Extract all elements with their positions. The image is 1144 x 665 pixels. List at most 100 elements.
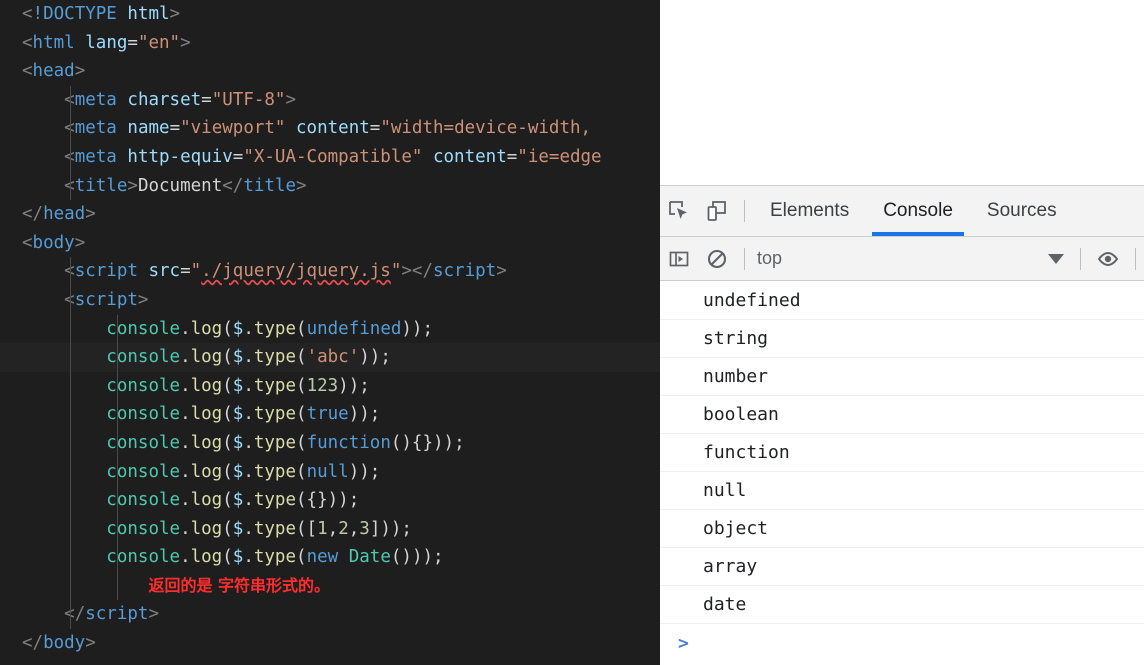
tab-sources[interactable]: Sources bbox=[970, 186, 1074, 236]
tab-console[interactable]: Console bbox=[866, 186, 970, 236]
console-message[interactable]: function bbox=[660, 434, 1144, 472]
console-message[interactable]: undefined bbox=[660, 282, 1144, 320]
code-line[interactable]: </body> bbox=[0, 629, 660, 658]
code-line[interactable]: console.log($.type({})); bbox=[0, 486, 660, 515]
code-token: . bbox=[180, 347, 191, 368]
code-token: meta bbox=[74, 146, 117, 167]
screen: <!DOCTYPE html><html lang="en"><head> <m… bbox=[0, 0, 1144, 665]
code-token: log bbox=[190, 490, 223, 511]
code-token: (){})); bbox=[390, 432, 465, 453]
console-message[interactable]: array bbox=[660, 548, 1144, 586]
code-token: . bbox=[243, 375, 254, 396]
code-token: log bbox=[190, 375, 223, 396]
code-token: !DOCTYPE bbox=[32, 4, 117, 24]
code-token: type bbox=[253, 318, 297, 339]
console-input-prompt[interactable]: > bbox=[660, 624, 1144, 662]
code-token: http-equiv bbox=[127, 146, 233, 167]
live-expression-icon[interactable] bbox=[1089, 240, 1127, 278]
code-token: . bbox=[243, 347, 254, 368]
code-token: 2 bbox=[338, 518, 349, 539]
indent-guide bbox=[70, 85, 71, 115]
code-line[interactable]: </head> bbox=[0, 200, 660, 229]
code-token: $ bbox=[232, 432, 244, 453]
code-line[interactable]: console.log($.type(function(){})); bbox=[0, 428, 660, 458]
tab-elements[interactable]: Elements bbox=[753, 186, 866, 236]
code-token: > bbox=[169, 4, 181, 24]
device-toolbar-icon[interactable] bbox=[698, 192, 736, 230]
code-token: type bbox=[253, 404, 297, 425]
code-token: type bbox=[253, 518, 297, 539]
code-line[interactable]: <!DOCTYPE html> bbox=[0, 0, 660, 29]
indent-guide bbox=[117, 486, 118, 515]
indent-guide bbox=[70, 514, 71, 544]
code-line[interactable]: console.log($.type('abc')); bbox=[0, 343, 660, 372]
console-message[interactable]: object bbox=[660, 510, 1144, 548]
code-token: log bbox=[190, 518, 223, 539]
code-line[interactable]: 返回的是 字符串形式的。 bbox=[0, 571, 660, 601]
code-line[interactable]: console.log($.type([1,2,3])); bbox=[0, 514, 660, 544]
code-line[interactable]: <head> bbox=[0, 57, 660, 86]
code-token: $ bbox=[232, 547, 244, 568]
code-line[interactable]: console.log($.type(null)); bbox=[0, 457, 660, 487]
code-line[interactable]: console.log($.type(undefined)); bbox=[0, 314, 660, 344]
code-line[interactable]: <body> bbox=[0, 229, 660, 258]
code-line[interactable]: <title>Document</title> bbox=[0, 171, 660, 201]
console-context-selector[interactable]: top bbox=[753, 248, 782, 269]
console-sidebar-icon[interactable] bbox=[660, 240, 698, 278]
code-token: ( bbox=[222, 432, 233, 453]
console-message[interactable]: date bbox=[660, 586, 1144, 624]
code-token: true bbox=[306, 404, 349, 425]
code-token: ( bbox=[222, 404, 233, 425]
code-token: ( bbox=[222, 347, 233, 368]
code-token: head bbox=[43, 204, 86, 225]
code-line[interactable]: console.log($.type(new Date())); bbox=[0, 543, 660, 572]
code-token: 123 bbox=[306, 375, 339, 396]
code-editor[interactable]: <!DOCTYPE html><html lang="en"><head> <m… bbox=[0, 0, 660, 665]
console-message[interactable]: boolean bbox=[660, 396, 1144, 434]
code-token: . bbox=[243, 432, 254, 453]
indent-guide bbox=[117, 400, 118, 429]
console-output[interactable]: undefined string number boolean function null… bbox=[660, 282, 1144, 665]
code-line[interactable]: <meta name="viewport" content="width=dev… bbox=[0, 114, 660, 143]
code-token: undefined bbox=[306, 318, 402, 339]
code-token: > bbox=[285, 89, 297, 110]
code-token: Document bbox=[137, 175, 223, 196]
code-token: </ bbox=[222, 175, 244, 196]
code-line[interactable]: </script> bbox=[0, 600, 660, 630]
console-message[interactable]: number bbox=[660, 358, 1144, 396]
clear-console-icon[interactable] bbox=[698, 240, 736, 278]
inspect-element-icon[interactable] bbox=[660, 192, 698, 230]
indent-guide bbox=[117, 371, 118, 401]
code-lines[interactable]: <!DOCTYPE html><html lang="en"><head> <m… bbox=[0, 0, 660, 658]
code-token: type bbox=[253, 547, 297, 568]
code-line[interactable]: console.log($.type(123)); bbox=[0, 371, 660, 401]
rendered-page-area bbox=[660, 0, 1144, 185]
code-line[interactable]: console.log($.type(true)); bbox=[0, 400, 660, 429]
code-token: ( bbox=[222, 318, 233, 339]
code-line[interactable]: <script src="./jquery/jquery.js"></scrip… bbox=[0, 257, 660, 286]
code-token: type bbox=[253, 432, 297, 453]
code-token: script bbox=[74, 261, 138, 282]
code-annotation-note: 返回的是 字符串形式的。 bbox=[148, 575, 331, 595]
code-line[interactable]: <meta charset="UTF-8"> bbox=[0, 85, 660, 115]
code-token: </ bbox=[22, 633, 44, 654]
code-line[interactable]: <html lang="en"> bbox=[0, 29, 660, 58]
console-message[interactable]: null bbox=[660, 472, 1144, 510]
code-token: type bbox=[253, 375, 297, 396]
chevron-down-icon[interactable] bbox=[1048, 253, 1064, 264]
code-token: , bbox=[327, 518, 339, 539]
console-message[interactable]: string bbox=[660, 320, 1144, 358]
code-token: ( bbox=[296, 375, 307, 396]
code-line[interactable]: <script> bbox=[0, 285, 660, 315]
code-line[interactable]: <meta http-equiv="X-UA-Compatible" conte… bbox=[0, 142, 660, 172]
code-token: = bbox=[180, 261, 191, 282]
code-token: . bbox=[180, 461, 191, 482]
code-token: . bbox=[243, 318, 254, 339]
